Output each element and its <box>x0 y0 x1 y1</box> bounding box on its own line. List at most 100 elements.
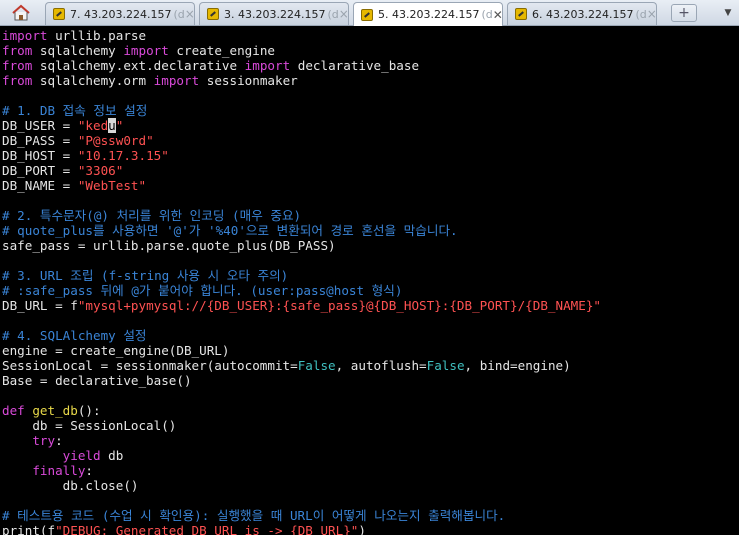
code-comment: # quote_plus를 사용하면 '@'가 '%40'으로 변환되어 경로 … <box>2 223 458 238</box>
code-line: from sqlalchemy.ext.declarative import d… <box>2 58 419 73</box>
constant: False <box>297 358 336 373</box>
tab-label-suffix: (d <box>635 7 647 21</box>
code-line: db = SessionLocal() <box>2 418 177 433</box>
string-literal: "mysql+pymysql://{DB_USER}:{safe_pass}@{… <box>77 298 601 313</box>
close-icon[interactable]: × <box>647 7 656 21</box>
key-icon <box>361 8 373 21</box>
code-text: , bind=engine) <box>464 358 571 373</box>
key-icon <box>53 8 65 20</box>
constant: False <box>426 358 465 373</box>
code-text: DB_USER = <box>2 118 78 133</box>
code-line: finally: <box>2 463 93 478</box>
tab-label: 6. 43.203.224.157 <box>532 7 634 21</box>
keyword: import <box>153 73 200 88</box>
code-line: DB_URL = f"mysql+pymysql://{DB_USER}:{sa… <box>2 298 601 313</box>
code-text: print(f <box>2 523 56 535</box>
tab-list-menu-button[interactable]: ▼ <box>722 6 734 20</box>
tab-label: 3. 43.203.224.157 <box>224 7 326 21</box>
code-line: safe_pass = urllib.parse.quote_plus(DB_P… <box>2 238 336 253</box>
keyword: import <box>2 28 48 43</box>
code-line: engine = create_engine(DB_URL) <box>2 343 230 358</box>
tab-label-suffix: (d <box>327 7 339 21</box>
string-literal: "WebTest" <box>77 178 147 193</box>
tab-label-suffix: (d <box>173 7 185 21</box>
code-text: SessionLocal = sessionmaker(autocommit= <box>2 358 298 373</box>
code-line: from sqlalchemy import create_engine <box>2 43 275 58</box>
code-line: DB_HOST = "10.17.3.15" <box>2 148 169 163</box>
tab-session-7[interactable]: 7. 43.203.224.157 (d × <box>45 2 195 25</box>
home-icon <box>12 4 30 21</box>
code-text: sqlalchemy.orm <box>32 73 154 88</box>
code-line: SessionLocal = sessionmaker(autocommit=F… <box>2 358 571 373</box>
code-line: from sqlalchemy.orm import sessionmaker <box>2 73 298 88</box>
code-text: db <box>100 448 124 463</box>
close-icon[interactable]: × <box>339 7 348 21</box>
tab-session-3[interactable]: 3. 43.203.224.157 (d × <box>199 2 349 25</box>
close-icon[interactable]: ✕ <box>493 8 502 22</box>
code-text: sqlalchemy <box>32 43 124 58</box>
tab-label: 7. 43.203.224.157 <box>70 7 172 21</box>
code-text: : <box>55 433 63 448</box>
keyword: yield <box>62 448 101 463</box>
string-literal: "ked <box>77 118 109 133</box>
code-line: DB_USER = "kedu" <box>2 118 123 133</box>
code-line: DB_PORT = "3306" <box>2 163 123 178</box>
terminal-editor[interactable]: import urllib.parse from sqlalchemy impo… <box>0 27 739 535</box>
code-text: urllib.parse <box>47 28 147 43</box>
code-comment: # 4. SQLAlchemy 설정 <box>2 328 147 343</box>
key-icon <box>207 8 219 20</box>
keyword: finally <box>32 463 86 478</box>
string-literal: "DEBUG: Generated DB URL is -> {DB_URL}" <box>55 523 359 535</box>
home-button[interactable] <box>6 2 36 24</box>
string-literal: " <box>115 118 124 133</box>
code-text: , autoflush= <box>335 358 427 373</box>
text-cursor: u <box>108 118 116 133</box>
tab-session-5[interactable]: 5. 43.203.224.157 (d ✕ <box>353 2 503 26</box>
string-literal: "3306" <box>77 163 124 178</box>
tab-label: 5. 43.203.224.157 <box>378 8 480 21</box>
keyword: def <box>2 403 25 418</box>
code-line: DB_PASS = "P@ssw0rd" <box>2 133 154 148</box>
keyword: import <box>123 43 169 58</box>
code-text: DB_HOST = <box>2 148 78 163</box>
code-line: print(f"DEBUG: Generated DB URL is -> {D… <box>2 523 366 535</box>
close-icon[interactable]: × <box>185 7 194 21</box>
code-line: Base = declarative_base() <box>2 373 192 388</box>
code-comment: # 3. URL 조립 (f-string 사용 시 오타 주의) <box>2 268 289 283</box>
code-line: db.close() <box>2 478 139 493</box>
code-text: ) <box>358 523 366 535</box>
tab-label-suffix: (d <box>481 8 493 21</box>
code-line: DB_NAME = "WebTest" <box>2 178 146 193</box>
code-text: declarative_base <box>290 58 420 73</box>
code-text: DB_NAME = <box>2 178 78 193</box>
code-text: sessionmaker <box>199 73 298 88</box>
code-comment: # 2. 특수문자(@) 처리를 위한 인코딩 (매우 중요) <box>2 208 302 223</box>
key-icon <box>515 8 527 20</box>
string-literal: "P@ssw0rd" <box>77 133 154 148</box>
code-text: sqlalchemy.ext.declarative <box>32 58 245 73</box>
keyword: from <box>2 43 33 58</box>
code-line: import urllib.parse <box>2 28 146 43</box>
code-text: DB_URL = f <box>2 298 78 313</box>
code-text: create_engine <box>168 43 275 58</box>
string-literal: "10.17.3.15" <box>77 148 169 163</box>
tab-session-6[interactable]: 6. 43.203.224.157 (d × <box>507 2 657 25</box>
keyword: import <box>244 58 291 73</box>
plus-icon: + <box>678 5 690 21</box>
code-comment: # 1. DB 접속 정보 설정 <box>2 103 148 118</box>
code-text: DB_PORT = <box>2 163 78 178</box>
code-comment: # 테스트용 코드 (수업 시 확인용): 실행했을 때 URL이 어떻게 나오… <box>2 508 506 523</box>
code-line: def get_db(): <box>2 403 101 418</box>
code-text: DB_PASS = <box>2 133 78 148</box>
code-line: yield db <box>2 448 124 463</box>
keyword: try <box>32 433 56 448</box>
new-tab-button[interactable]: + <box>671 4 697 22</box>
code-text: (): <box>77 403 101 418</box>
code-text: : <box>85 463 94 478</box>
keyword: from <box>2 58 33 73</box>
code-comment: # :safe_pass 뒤에 @가 붙어야 합니다. (user:pass@h… <box>2 283 403 298</box>
keyword: from <box>2 73 33 88</box>
